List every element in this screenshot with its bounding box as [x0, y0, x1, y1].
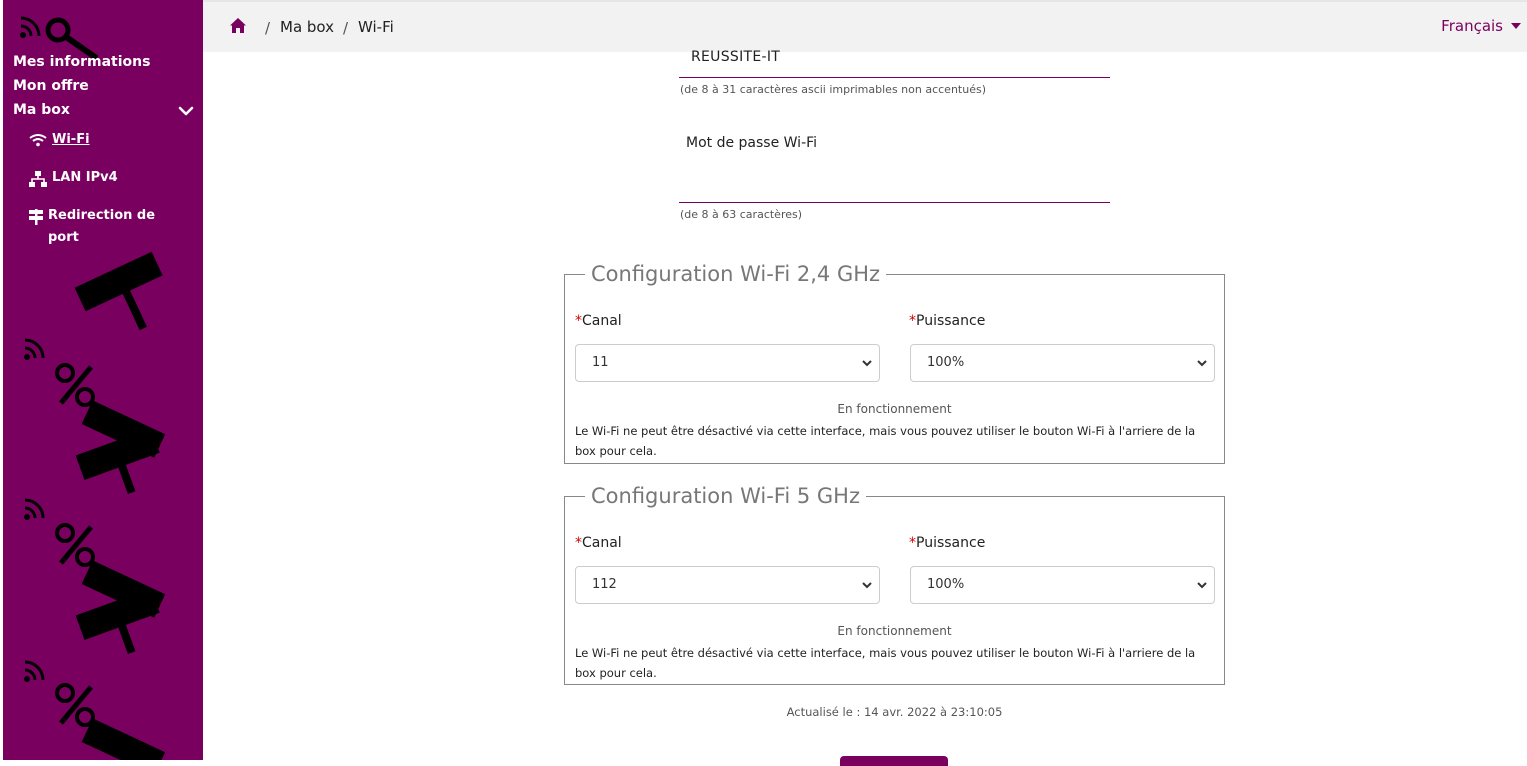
- wifi-5ghz-config: Configuration Wi-Fi 5 GHz *Canal *Puissa…: [564, 485, 1225, 685]
- wifi-5ghz-status: En fonctionnement: [837, 624, 952, 638]
- power-label-24: *Puissance: [909, 313, 985, 329]
- wifi-24ghz-note: Le Wi-Fi ne peut être désactivé via cett…: [575, 424, 1196, 458]
- ssid-underline: [679, 77, 1110, 78]
- sidebar-subitem-label: LAN IPv4: [52, 170, 118, 185]
- ssid-hint: (de 8 à 31 caractères ascii imprimables …: [680, 83, 986, 96]
- required-marker: *: [909, 313, 916, 329]
- channel-label-5: *Canal: [575, 535, 622, 551]
- channel-select-value: 112: [592, 577, 617, 592]
- channel-label-24: *Canal: [575, 313, 622, 329]
- power-select-5[interactable]: 100%: [910, 566, 1215, 604]
- sidebar-subitem-label: Redirection de port: [48, 208, 156, 245]
- caret-down-icon: [1511, 23, 1521, 29]
- breadcrumb-separator: /: [343, 19, 349, 37]
- power-select-24[interactable]: 100%: [910, 344, 1215, 382]
- chevron-down-icon: [862, 582, 872, 589]
- home-icon[interactable]: [229, 17, 247, 35]
- chevron-down-icon: [862, 360, 872, 367]
- language-dropdown[interactable]: Français: [1441, 17, 1521, 35]
- wifi-24ghz-config: Configuration Wi-Fi 2,4 GHz *Canal *Puis…: [564, 263, 1225, 464]
- last-updated: Actualisé le : 14 avr. 2022 à 23:10:05: [786, 705, 1003, 719]
- wifi-24ghz-legend: Configuration Wi-Fi 2,4 GHz: [591, 262, 881, 286]
- save-button[interactable]: [840, 756, 948, 766]
- channel-label-text: Canal: [582, 535, 622, 551]
- required-marker: *: [575, 313, 582, 329]
- power-label-text: Puissance: [916, 535, 986, 551]
- sidebar-subitem-redirection-de-port[interactable]: Redirection de port: [29, 205, 178, 249]
- top-bar: / Ma box / Wi-Fi Français: [203, 0, 1527, 52]
- ssid-input[interactable]: REUSSITE-IT: [691, 49, 780, 65]
- wifi-5ghz-legend: Configuration Wi-Fi 5 GHz: [591, 484, 860, 508]
- language-label: Français: [1441, 17, 1503, 35]
- breadcrumb-separator: /: [265, 19, 271, 37]
- wifi-24ghz-status: En fonctionnement: [837, 402, 952, 416]
- chevron-down-icon: [1197, 360, 1207, 367]
- sidebar-item-mes-informations[interactable]: Mes informations: [13, 54, 150, 70]
- chevron-down-icon: [1197, 582, 1207, 589]
- password-underline: [679, 202, 1110, 203]
- power-label-5: *Puissance: [909, 535, 985, 551]
- power-label-text: Puissance: [916, 313, 986, 329]
- sidebar-item-ma-box[interactable]: Ma box: [13, 102, 70, 118]
- password-input[interactable]: [679, 160, 1110, 202]
- power-select-value: 100%: [927, 577, 965, 592]
- wifi-5ghz-note: Le Wi-Fi ne peut être désactivé via cett…: [575, 646, 1196, 680]
- sidebar-item-mon-offre[interactable]: Mon offre: [13, 78, 89, 94]
- wifi-icon: [29, 134, 47, 147]
- required-marker: *: [909, 535, 916, 551]
- sidebar-subitem-label: Wi-Fi: [52, 132, 90, 147]
- network-icon: [29, 171, 47, 187]
- breadcrumb-wifi: Wi-Fi: [358, 18, 394, 36]
- sidebar-subitem-lan-ipv4[interactable]: LAN IPv4: [29, 170, 118, 187]
- breadcrumb-ma-box[interactable]: Ma box: [280, 18, 334, 36]
- power-select-value: 100%: [927, 355, 965, 370]
- sidebar: Mes informations Mon offre Ma box Wi-Fi …: [3, 0, 203, 760]
- chevron-down-icon[interactable]: [178, 104, 194, 118]
- signpost-icon: [29, 209, 43, 225]
- sidebar-subitem-wifi[interactable]: Wi-Fi: [29, 132, 90, 147]
- password-label: Mot de passe Wi-Fi: [686, 135, 818, 151]
- channel-select-5[interactable]: 112: [575, 566, 880, 604]
- channel-select-value: 11: [592, 355, 609, 370]
- password-hint: (de 8 à 63 caractères): [680, 208, 803, 221]
- channel-select-24[interactable]: 11: [575, 344, 880, 382]
- required-marker: *: [575, 535, 582, 551]
- channel-label-text: Canal: [582, 313, 622, 329]
